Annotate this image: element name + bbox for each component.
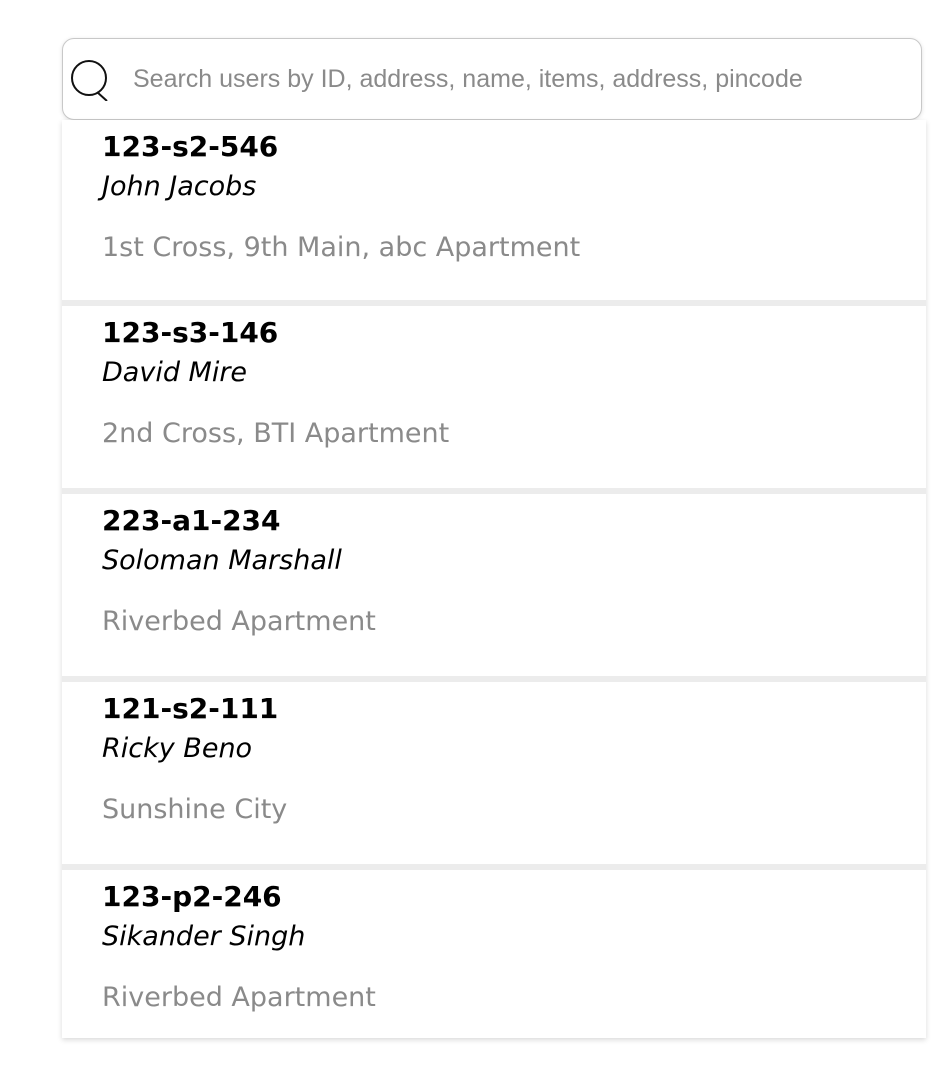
search-input[interactable] bbox=[133, 59, 893, 99]
user-name: Ricky Beno bbox=[102, 733, 253, 764]
result-item[interactable]: 121-s2-111 Ricky Beno Sunshine City bbox=[62, 682, 926, 864]
search-box[interactable] bbox=[62, 38, 922, 120]
user-id: 121-s2-111 bbox=[102, 692, 279, 725]
search-icon bbox=[67, 57, 111, 102]
user-address: Sunshine City bbox=[102, 794, 288, 825]
result-item[interactable]: 123-s2-546 John Jacobs 1st Cross, 9th Ma… bbox=[62, 120, 926, 300]
user-id: 123-p2-246 bbox=[102, 880, 282, 913]
user-address: 1st Cross, 9th Main, abc Apartment bbox=[102, 232, 581, 263]
result-item[interactable]: 223-a1-234 Soloman Marshall Riverbed Apa… bbox=[62, 494, 926, 676]
result-item[interactable]: 123-p2-246 Sikander Singh Riverbed Apart… bbox=[62, 870, 926, 1038]
user-id: 223-a1-234 bbox=[102, 504, 281, 537]
user-id: 123-s3-146 bbox=[102, 316, 279, 349]
user-id: 123-s2-546 bbox=[102, 130, 279, 163]
search-results-list: 123-s2-546 John Jacobs 1st Cross, 9th Ma… bbox=[62, 120, 926, 1038]
user-name: Sikander Singh bbox=[102, 921, 306, 952]
user-address: Riverbed Apartment bbox=[102, 982, 376, 1013]
user-name: Soloman Marshall bbox=[102, 545, 342, 576]
user-address: Riverbed Apartment bbox=[102, 606, 376, 637]
result-item[interactable]: 123-s3-146 David Mire 2nd Cross, BTI Apa… bbox=[62, 306, 926, 488]
user-name: David Mire bbox=[102, 357, 248, 388]
user-name: John Jacobs bbox=[102, 171, 257, 202]
user-address: 2nd Cross, BTI Apartment bbox=[102, 418, 450, 449]
